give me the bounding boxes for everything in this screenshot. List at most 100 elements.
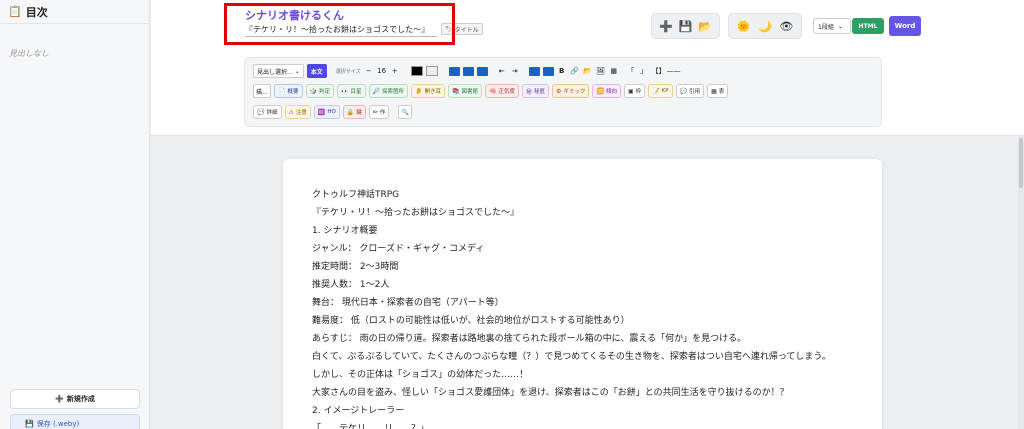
- insert-tool-9[interactable]: ⚙ ギミック: [552, 84, 590, 98]
- body-text-button[interactable]: 本文: [306, 64, 327, 78]
- dash-icon[interactable]: ——: [665, 67, 683, 75]
- insert-tool-author-label: 作: [379, 110, 386, 116]
- insert-tool-1-label: 概要: [287, 89, 299, 95]
- highlight-box: [224, 3, 455, 45]
- indent-icon[interactable]: ⇥: [510, 67, 520, 75]
- size-minus-button[interactable]: −: [364, 67, 374, 75]
- insert-tool-5[interactable]: 👂 開き耳: [411, 84, 446, 98]
- trend-icon: 🔀: [596, 87, 604, 95]
- save-button[interactable]: 💾 保存 (.weby): [10, 414, 140, 429]
- insert-tool-9-label: ギミック: [563, 89, 586, 95]
- eye-icon[interactable]: 👁: [777, 21, 795, 32]
- insert-tool-5-label: 開き耳: [424, 89, 442, 95]
- insert-tool-7-label: 正気度: [498, 89, 516, 95]
- insert-tool-4[interactable]: 🔎 探索箇所: [368, 84, 409, 98]
- table-icon: ▦: [711, 87, 717, 95]
- chevron-down-icon: ⌄: [294, 67, 300, 75]
- details-icon: 💬: [257, 108, 265, 116]
- layout-select[interactable]: 1段組 ⌄: [813, 18, 851, 34]
- document-body: クトゥルフ神話TRPG 『テケリ・リ！～拾ったお餅はショゴスでした～』 1. シ…: [312, 186, 831, 429]
- insert-tool-8[interactable]: ㊙秘匿: [522, 84, 550, 98]
- heading-select[interactable]: 見出し選択... ⌄: [253, 64, 304, 78]
- insert-tool-14[interactable]: ▦ 表: [707, 84, 729, 98]
- insert-tool-3-label: 目星: [350, 89, 362, 95]
- quote-icon: 💬: [679, 87, 688, 95]
- insert-tool-11[interactable]: ▣ 枠: [623, 84, 646, 98]
- save-icon: 💾: [25, 420, 34, 428]
- insert-tool-8-label: 秘匿: [534, 89, 546, 95]
- folder-open-icon[interactable]: 📂: [583, 67, 593, 75]
- align-center-icon[interactable]: [462, 66, 474, 76]
- insert-tool-13-label: 引用: [689, 89, 701, 95]
- sun-icon[interactable]: 🌞: [735, 21, 753, 32]
- insert-tool-details-label: 詳細: [266, 110, 278, 116]
- align-left-icon[interactable]: [448, 66, 460, 76]
- insert-tool-2-label: 判定: [319, 89, 331, 95]
- copy-icon[interactable]: [528, 66, 540, 76]
- align-right-icon[interactable]: [476, 66, 488, 76]
- bg-color-swatch[interactable]: [425, 66, 438, 76]
- doc-line: 推奨人数： 1〜2人: [312, 280, 390, 290]
- bold-button[interactable]: B: [557, 67, 567, 75]
- sidebar: 📋 目次 見出しなし ➕ 新規作成 💾 保存 (.weby): [0, 0, 150, 429]
- insert-tool-10-label: 傾向: [605, 89, 617, 95]
- gear-icon: ⚙: [556, 87, 562, 95]
- warning-icon: ⚠: [288, 108, 294, 116]
- frame-icon: ▣: [627, 87, 634, 95]
- insert-tool-warning[interactable]: ⚠ 注意: [284, 105, 311, 119]
- scrollbar-thumb[interactable]: [1019, 138, 1023, 188]
- insert-tool-6[interactable]: 📚 図書館: [448, 84, 483, 98]
- insert-tool-12[interactable]: 📝 KP: [648, 84, 673, 98]
- toc-empty-message: 見出しなし: [9, 49, 49, 58]
- add-icon[interactable]: ➕: [657, 21, 675, 32]
- insert-tool-3[interactable]: 👀 目星: [337, 84, 366, 98]
- insert-tool-12-label: KP: [661, 88, 669, 94]
- plus-icon: ➕: [55, 395, 64, 403]
- insert-tool-warning-label: 注意: [295, 110, 307, 116]
- doc-line: 舞台： 現代日本・探索者の自宅（アパート等）: [312, 298, 504, 308]
- insert-tool-13[interactable]: 💬 引用: [675, 84, 705, 98]
- bracket-open-icon[interactable]: 「: [626, 66, 636, 76]
- grid-icon[interactable]: ▦: [609, 67, 619, 75]
- file-actions-group: ➕ 💾 📂: [651, 13, 720, 39]
- insert-tool-11-label: 枠: [635, 89, 642, 95]
- folder-icon[interactable]: 📂: [696, 21, 714, 32]
- clipboard-icon: 📋: [8, 5, 22, 18]
- document-page[interactable]: クトゥルフ神話TRPG 『テケリ・リ！～拾ったお餅はショゴスでした～』 1. シ…: [283, 159, 882, 429]
- insert-tool-7[interactable]: 🧠 正気度: [485, 84, 520, 98]
- insert-tool-1[interactable]: 📄 概要: [274, 84, 303, 98]
- heading-select-value: 見出し選択...: [257, 68, 293, 76]
- insert-tool-ho[interactable]: 🆔 HO: [313, 105, 340, 119]
- bracket-close-icon[interactable]: 」: [639, 66, 649, 76]
- size-label: 選択サイズ: [335, 68, 361, 75]
- doc-line: 大家さんの目を盗み、怪しい「ショゴス愛護団体」を退け、探索者はこの「お餅」との共…: [312, 388, 789, 398]
- zoom-button[interactable]: 🔍: [398, 105, 413, 119]
- save-icon[interactable]: 💾: [676, 21, 694, 32]
- doc-line: 推定時間： 2〜3時間: [312, 262, 399, 272]
- doc-line: ジャンル： クローズド・ギャグ・コメディ: [312, 244, 485, 254]
- insert-tool-author[interactable]: ✏ 作: [368, 105, 390, 119]
- insert-tool-key[interactable]: 🔒 鍵: [342, 105, 366, 119]
- export-word-button[interactable]: Word: [889, 16, 921, 36]
- double-bracket-icon[interactable]: 【】: [652, 66, 666, 76]
- moon-icon[interactable]: 🌙: [756, 21, 774, 32]
- insert-tool-details[interactable]: 💬 詳細: [253, 105, 282, 119]
- new-document-button[interactable]: ➕ 新規作成: [10, 389, 140, 409]
- key-icon: 🔒: [346, 108, 355, 116]
- insert-tool-2[interactable]: 🎲 判定: [305, 84, 335, 98]
- text-color-swatch[interactable]: [410, 66, 423, 76]
- ho-icon: 🆔: [317, 108, 326, 116]
- insert-tool-0[interactable]: 描…: [253, 84, 272, 98]
- image-icon[interactable]: 🖼: [596, 67, 606, 75]
- insert-tool-10[interactable]: 🔀 傾向: [592, 84, 621, 98]
- size-plus-button[interactable]: +: [390, 67, 400, 75]
- toolbar-row-2: 描… 📄 概要 🎲 判定 👀 目星 🔎 探索箇所 👂 開き耳 📚 図書館 🧠 正気度 ㊙秘匿 …: [253, 84, 729, 98]
- insert-tool-6-label: 図書館: [461, 89, 479, 95]
- link-icon[interactable]: 🔗: [570, 67, 580, 75]
- doc-line: 「……テケリ……リ……？」: [312, 424, 430, 429]
- layout-select-value: 1段組: [818, 23, 834, 31]
- outdent-icon[interactable]: ⇤: [497, 67, 507, 75]
- format-toolbar: 見出し選択... ⌄ 本文 選択サイズ − 16 + ⇤ ⇥ B 🔗 📂 🖼 ▦…: [244, 57, 882, 127]
- export-html-button[interactable]: HTML: [852, 18, 884, 34]
- paste-icon[interactable]: [542, 66, 554, 76]
